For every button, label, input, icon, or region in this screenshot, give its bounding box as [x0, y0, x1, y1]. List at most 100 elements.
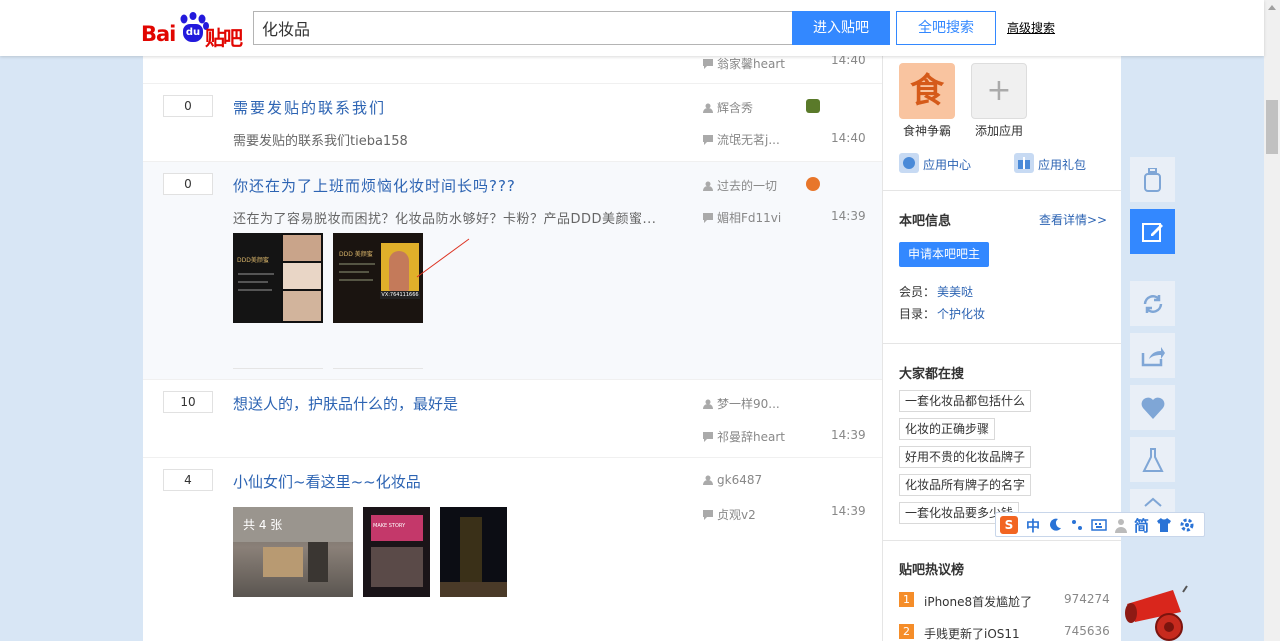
gamepad-badge-icon [806, 177, 820, 191]
member-link[interactable]: 美美哒 [937, 283, 973, 300]
last-reply-time: 14:39 [831, 209, 866, 223]
search-tag[interactable]: 好用不贵的化妆品牌子 [899, 446, 1032, 468]
page-scrollbar[interactable] [1264, 0, 1280, 641]
thread-thumbnail[interactable]: 共 4 张 [233, 507, 353, 597]
divider [233, 368, 323, 369]
search-tag[interactable]: 一套化妆品都包括什么 [899, 390, 1032, 412]
thread-author[interactable]: 梦一样90... [703, 395, 780, 412]
last-replier[interactable]: 流氓无茗j... [703, 131, 780, 148]
thread-thumbnail[interactable]: DDD 美颜蜜 VX:764111666 [333, 233, 423, 323]
advanced-search-link[interactable]: 高级搜索 [1007, 19, 1055, 36]
directory-label: 目录： [899, 307, 936, 321]
hot-topics-heading: 贴吧热议榜 [899, 563, 965, 578]
last-replier-name: 祁曼辞heart [717, 430, 785, 444]
ime-mode-toggle[interactable]: 中 [1026, 516, 1040, 536]
thread-author[interactable]: gk6487 [703, 473, 762, 487]
share-tool[interactable] [1130, 333, 1175, 378]
thumbnail-contact-caption: VX:764111666 [380, 291, 420, 299]
last-replier[interactable]: 祁曼辞heart [703, 428, 785, 445]
last-reply-time: 14:40 [831, 131, 866, 145]
logo-bai-text: Bai [141, 22, 176, 46]
last-replier[interactable]: 翁家馨heart [703, 56, 785, 72]
stroll-tool[interactable] [1130, 385, 1175, 430]
app-center-link[interactable]: 应用中心 [923, 156, 971, 173]
thread-title[interactable]: 需要发贴的联系我们 [233, 97, 386, 118]
cannon-icon[interactable] [1125, 582, 1195, 641]
thread-thumbnail[interactable] [440, 507, 507, 597]
bottle-tool[interactable] [1130, 157, 1175, 202]
right-sidebar: 食 食神争霸 + 添加应用 应用中心 应用礼包 本吧信息 查看详情>> 申请本吧… [882, 56, 1121, 641]
divider [333, 368, 423, 369]
thread-title[interactable]: 你还在为了上班而烦恼化妆时间长吗??? [233, 175, 516, 196]
member-label: 会员： [899, 285, 936, 299]
user-icon[interactable] [1114, 517, 1128, 533]
last-replier[interactable]: 媚相Fd11vi [703, 209, 781, 226]
thread-author[interactable]: 辉含秀 [703, 99, 753, 116]
everyone-search-heading: 大家都在搜 [899, 367, 965, 382]
scrollbar-thumb[interactable] [1266, 100, 1278, 154]
logo-du-text: du [183, 24, 203, 42]
bar-info-heading: 本吧信息 [899, 214, 952, 229]
bottle-icon [1144, 168, 1161, 192]
settings-gear-icon[interactable] [1179, 517, 1195, 533]
thumbnail-caption: DDD 美颜蜜 [339, 251, 373, 258]
hot-topic-link[interactable]: 手贱更新了iOS11 [924, 625, 1020, 641]
app-label[interactable]: 食神争霸 [903, 122, 951, 139]
app-shishen-tile[interactable]: 食 [899, 63, 955, 119]
thread-author[interactable]: 过去的一切 [703, 177, 777, 194]
thread-abstract: 还在为了容易脱妆而困扰？化妆品防水够好？卡粉？产品DDD美颜蜜... [233, 212, 657, 227]
annotation-arrow [416, 238, 470, 278]
enter-bar-button[interactable]: 进入贴吧 [792, 11, 890, 45]
search-tag[interactable]: 化妆品所有牌子的名字 [899, 474, 1032, 496]
food-icon: 食 [910, 71, 944, 111]
all-bar-search-button[interactable]: 全吧搜索 [896, 11, 996, 45]
search-tag[interactable]: 化妆的正确步骤 [899, 418, 996, 440]
divider [883, 190, 1121, 191]
divider [883, 343, 1121, 344]
scroll-up-arrow-icon[interactable] [1268, 4, 1276, 10]
edit-icon [1142, 223, 1163, 242]
app-label[interactable]: 添加应用 [975, 122, 1023, 139]
keyboard-icon[interactable] [1091, 518, 1107, 532]
thread-thumbnail[interactable]: DDD美颜蜜 [233, 233, 323, 323]
thread-item: 4 小仙女们~看这里~~化妆品 gk6487 贞观v2 14:39 共 4 张 … [143, 458, 882, 641]
skin-icon[interactable] [1156, 517, 1172, 533]
simplified-toggle[interactable]: 简 [1134, 515, 1149, 536]
thread-abstract: 需要发贴的联系我们tieba158 [233, 134, 408, 149]
directory-link[interactable]: 个护化妆 [937, 305, 985, 322]
view-details-link[interactable]: 查看详情>> [1039, 211, 1107, 228]
ime-toolbar[interactable]: S 中 简 [995, 512, 1205, 537]
reply-count-badge: 0 [163, 173, 213, 195]
reply-bubble-icon [703, 432, 713, 442]
refresh-tool[interactable] [1130, 281, 1175, 326]
punctuation-icon[interactable] [1070, 518, 1084, 532]
hot-topic-count: 745636 [1064, 624, 1110, 638]
user-icon [703, 181, 713, 191]
plus-icon: + [986, 73, 1012, 108]
last-replier[interactable]: 贞观v2 [703, 506, 756, 523]
user-icon [703, 103, 713, 113]
post-thread-tool[interactable] [1130, 209, 1175, 254]
author-name: 过去的一切 [717, 179, 778, 193]
baidu-tieba-logo[interactable]: Bai du 贴吧 [141, 10, 245, 50]
rank-number: 1 [899, 592, 914, 607]
heart-icon [1141, 397, 1165, 419]
author-name: 梦一样90... [717, 397, 780, 411]
arrow-up-icon [1144, 497, 1162, 507]
app-gift-link[interactable]: 应用礼包 [1038, 156, 1086, 173]
store-sign-text: MAKE STORY [373, 523, 406, 529]
lab-tool[interactable] [1130, 437, 1175, 482]
thread-thumbnail[interactable]: MAKE STORY [363, 507, 430, 597]
last-replier-name: 翁家馨heart [717, 57, 785, 71]
apply-bar-owner-button[interactable]: 申请本吧吧主 [899, 242, 989, 267]
thread-title[interactable]: 小仙女们~看这里~~化妆品 [233, 471, 421, 492]
add-app-tile[interactable]: + [971, 63, 1027, 119]
back-to-top-tool[interactable] [1130, 489, 1175, 513]
thread-item: 翁家馨heart 14:40 [143, 56, 882, 84]
thread-title[interactable]: 想送人的，护肤品什么的，最好是 [233, 393, 458, 414]
search-input[interactable] [253, 11, 793, 45]
top-header: Bai du 贴吧 进入贴吧 全吧搜索 高级搜索 [0, 0, 1264, 56]
moon-icon[interactable] [1048, 518, 1062, 532]
reply-count-badge: 4 [163, 469, 213, 491]
hot-topic-link[interactable]: iPhone8首发尴尬了 [924, 593, 1032, 610]
